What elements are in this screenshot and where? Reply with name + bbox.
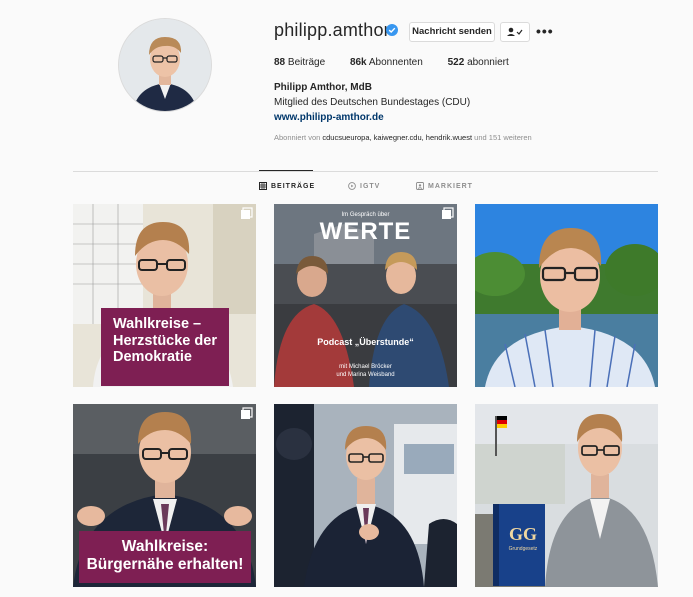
profile-username: philipp.amthor [274, 20, 390, 40]
tagged-icon [416, 182, 424, 190]
profile-stats: 88 Beiträge 86k Abonnenten 522 abonniert [274, 57, 531, 68]
post-image [475, 404, 658, 587]
post-tile[interactable] [475, 204, 658, 387]
post-image [475, 204, 658, 387]
followed-by[interactable]: Abonniert von cducsueuropa, kaiwegner.cd… [274, 133, 532, 142]
post-caption: Podcast „Überstunde“ [317, 337, 414, 347]
book-title: GG [508, 524, 537, 544]
post-tile[interactable]: Wahlkreise – Herzstücke der Demokratie [73, 204, 256, 387]
active-tab-indicator [259, 170, 313, 171]
post-tile[interactable]: Im Gespräch über WERTE Podcast „Überstun… [274, 204, 457, 387]
tab-posts[interactable]: BEITRÄGE [259, 182, 315, 190]
profile-website-link[interactable]: www.philipp-amthor.de [274, 112, 384, 123]
send-message-button[interactable]: Nachricht senden [409, 22, 495, 42]
tabs-divider [73, 171, 658, 172]
post-subcaption: mit Michael Bröcker [339, 364, 392, 370]
post-subcaption: und Marina Weisband [336, 372, 395, 378]
post-top-big: WERTE [319, 218, 412, 245]
book-subtitle: Grundgesetz [508, 546, 538, 552]
tab-igtv[interactable]: IGTV [348, 182, 380, 190]
profile-avatar[interactable] [118, 18, 212, 112]
followers-stat[interactable]: 86k Abonnenten [350, 57, 423, 68]
following-button[interactable] [500, 22, 530, 42]
post-caption: Wahlkreise: Bürgernähe erhalten! [79, 531, 251, 583]
person-check-icon [507, 27, 523, 36]
tab-tagged[interactable]: MARKIERT [416, 182, 473, 190]
igtv-icon [348, 182, 356, 190]
more-options-icon[interactable]: ••• [536, 23, 554, 39]
post-tile[interactable]: GG Grundgesetz [475, 404, 658, 587]
verified-badge-icon [386, 24, 398, 36]
post-image [274, 404, 457, 587]
post-tile[interactable]: Wahlkreise: Bürgernähe erhalten! [73, 404, 256, 587]
grid-icon [259, 182, 267, 190]
profile-bio: Mitglied des Deutschen Bundestages (CDU) [274, 97, 471, 108]
post-tile[interactable] [274, 404, 457, 587]
post-caption: Wahlkreise – Herzstücke der Demokratie [101, 308, 229, 386]
following-stat[interactable]: 522 abonniert [448, 57, 509, 68]
posts-stat: 88 Beiträge [274, 57, 326, 68]
profile-full-name: Philipp Amthor, MdB [274, 82, 372, 93]
